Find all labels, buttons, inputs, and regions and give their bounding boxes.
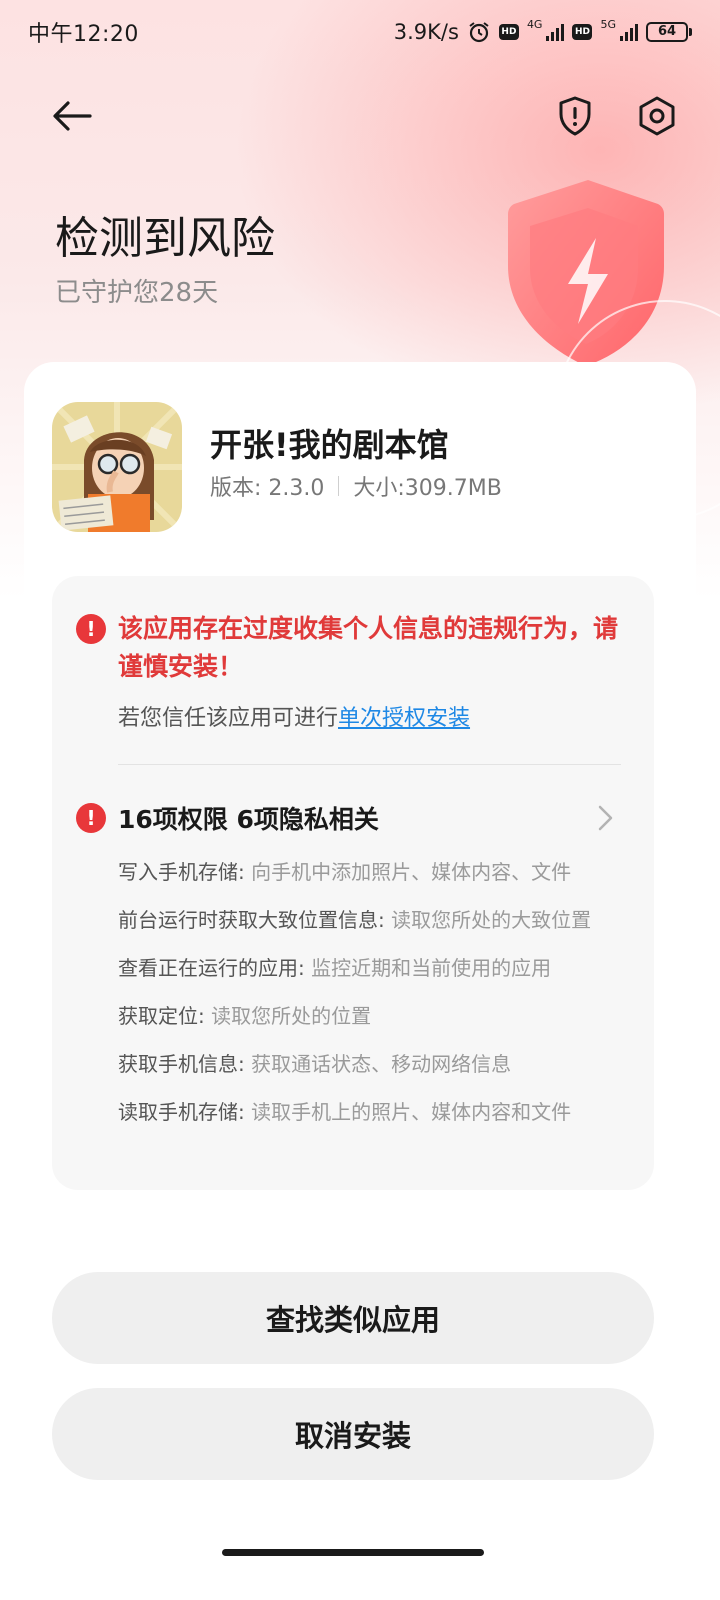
page-title: 检测到风险 — [55, 213, 275, 264]
chevron-right-icon[interactable] — [596, 804, 616, 832]
permission-item: 读取手机存储: 读取手机上的照片、媒体内容和文件 — [118, 1098, 618, 1127]
net-speed: 3.9K/s — [393, 20, 459, 44]
trust-prefix: 若您信任该应用可进行 — [118, 706, 339, 731]
battery-icon: 64 — [646, 22, 692, 42]
signal-1-icon — [546, 23, 565, 41]
app-icon — [52, 402, 182, 532]
settings-button[interactable] — [627, 86, 687, 146]
risk-warning-text: 该应用存在过度收集个人信息的违规行为，请谨慎安装！ — [118, 614, 619, 681]
single-authorization-install-link[interactable]: 单次授权安装 — [338, 706, 470, 731]
status-bar: 中午12:20 3.9K/s HD 4G HD 5G 64 — [0, 0, 720, 64]
permission-desc: 读取您所处的大致位置 — [384, 908, 592, 932]
permission-desc: 读取您所处的位置 — [204, 1004, 372, 1028]
permission-name: 查看正在运行的应用: — [118, 956, 305, 980]
home-indicator[interactable] — [222, 1549, 484, 1556]
protection-days: 已守护您28天 — [55, 278, 219, 308]
permissions-summary[interactable]: 16项权限 6项隐私相关 — [118, 800, 379, 836]
app-name: 开张!我的剧本馆 — [210, 426, 449, 464]
permission-name: 获取手机信息: — [118, 1052, 245, 1076]
warning-icon: ! — [76, 614, 106, 644]
permission-desc: 监控近期和当前使用的应用 — [304, 956, 552, 980]
permission-name: 获取定位: — [118, 1004, 205, 1028]
divider — [118, 764, 621, 765]
top-nav — [0, 80, 720, 152]
permission-item: 查看正在运行的应用: 监控近期和当前使用的应用 — [118, 954, 618, 983]
permission-item: 写入手机存储: 向手机中添加照片、媒体内容、文件 — [118, 858, 618, 887]
cancel-install-button[interactable]: 取消安装 — [52, 1388, 654, 1480]
sim1-network-label: 4G — [526, 17, 543, 31]
back-button[interactable] — [42, 86, 102, 146]
hd-badge-2: HD — [572, 24, 593, 40]
app-meta: 版本: 2.3.0 大小:309.7MB — [210, 470, 502, 502]
permission-item: 获取定位: 读取您所处的位置 — [118, 1002, 618, 1031]
permission-name: 写入手机存储: — [118, 860, 245, 884]
hd-badge-1: HD — [498, 24, 519, 40]
permission-name: 前台运行时获取大致位置信息: — [118, 908, 385, 932]
permission-desc: 向手机中添加照片、媒体内容、文件 — [244, 860, 572, 884]
alarm-icon — [469, 22, 489, 43]
permission-item: 前台运行时获取大致位置信息: 读取您所处的大致位置 — [118, 906, 618, 935]
status-time: 中午12:20 — [28, 22, 139, 47]
battery-level: 64 — [646, 22, 688, 42]
signal-2-icon — [620, 23, 638, 41]
permission-item: 获取手机信息: 获取通话状态、移动网络信息 — [118, 1050, 618, 1079]
settings-icon — [639, 96, 675, 136]
permission-list: 写入手机存储: 向手机中添加照片、媒体内容、文件 前台运行时获取大致位置信息: … — [118, 858, 618, 1146]
install-risk-screen: 中午12:20 3.9K/s HD 4G HD 5G 64 检测到风险 已守护您… — [0, 0, 720, 1600]
meta-separator — [338, 476, 340, 496]
permission-warning-icon: ! — [76, 803, 106, 833]
security-report-button[interactable] — [545, 86, 605, 146]
app-version: 版本: 2.3.0 — [210, 476, 325, 501]
find-similar-apps-button[interactable]: 查找类似应用 — [52, 1272, 654, 1364]
status-icons: 3.9K/s HD 4G HD 5G 64 — [393, 17, 692, 44]
sim2-network-label: 5G — [600, 17, 616, 31]
shield-alert-icon — [559, 96, 591, 136]
back-arrow-icon — [53, 101, 92, 131]
permission-name: 读取手机存储: — [118, 1100, 245, 1124]
trust-line: 若您信任该应用可进行单次授权安装 — [118, 700, 470, 732]
permission-desc: 读取手机上的照片、媒体内容和文件 — [244, 1100, 572, 1124]
permission-desc: 获取通话状态、移动网络信息 — [244, 1052, 512, 1076]
app-size: 大小:309.7MB — [353, 476, 502, 501]
